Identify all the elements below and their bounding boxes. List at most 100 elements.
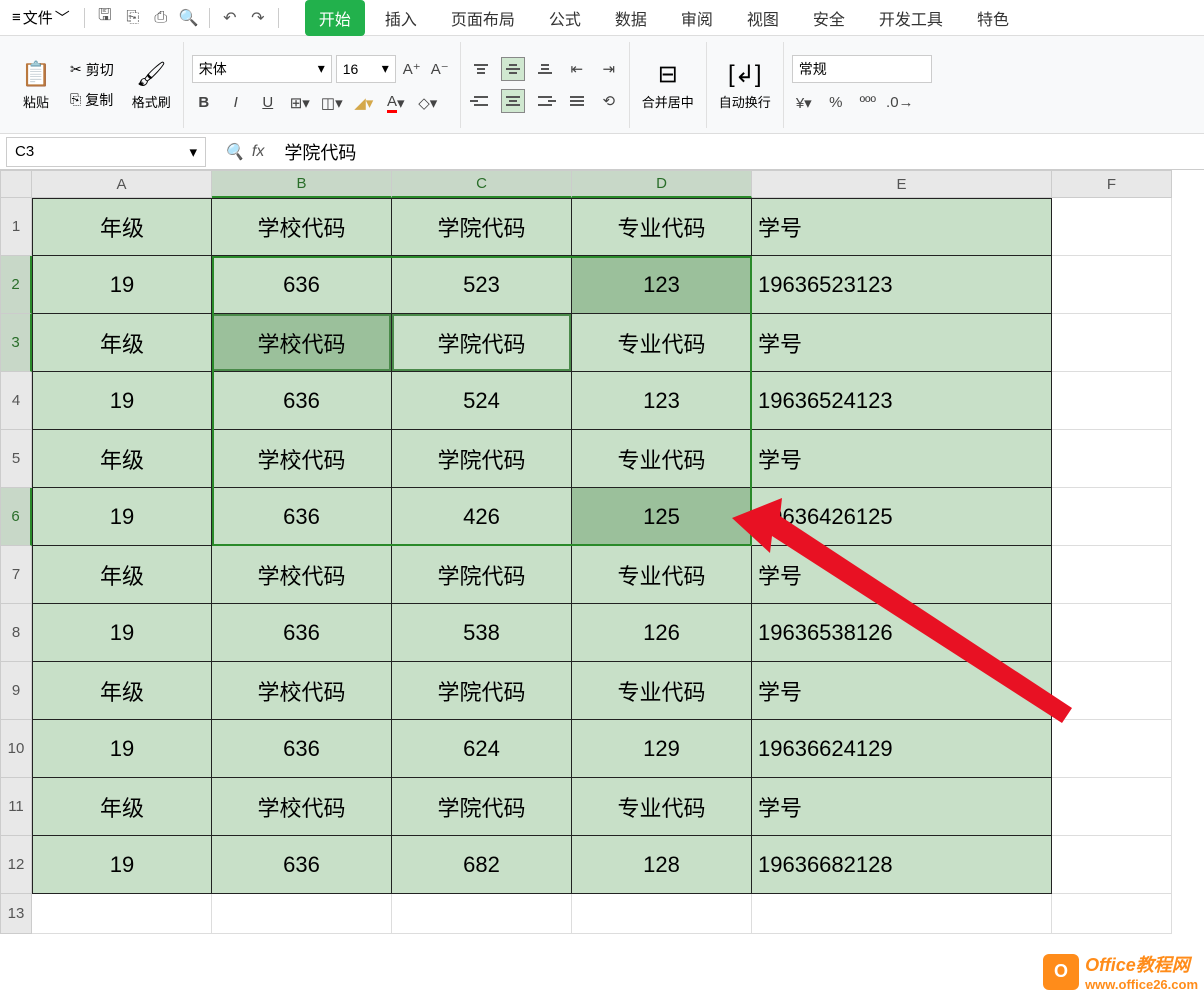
merge-center-button[interactable]: ⊟ 合并居中 [638, 54, 698, 115]
cell-F12[interactable] [1052, 836, 1172, 894]
font-size-select[interactable]: 16 ▾ [336, 55, 396, 83]
cell-A12[interactable]: 19 [32, 836, 212, 894]
column-header-F[interactable]: F [1052, 170, 1172, 198]
cell-B7[interactable]: 学校代码 [212, 546, 392, 604]
cell-C3[interactable]: 学院代码 [392, 314, 572, 372]
align-left-button[interactable] [469, 89, 493, 113]
cell-B13[interactable] [212, 894, 392, 934]
cell-C6[interactable]: 426 [392, 488, 572, 546]
cell-B5[interactable]: 学校代码 [212, 430, 392, 488]
redo-icon[interactable]: ↷ [247, 7, 269, 29]
save-as-icon[interactable]: ⎘ [122, 7, 144, 29]
row-header[interactable]: 8 [0, 604, 32, 662]
column-header-C[interactable]: C [392, 170, 572, 198]
cell-F2[interactable] [1052, 256, 1172, 314]
decrease-indent-button[interactable]: ⇤ [565, 57, 589, 81]
fill-color-button[interactable]: ◢▾ [352, 91, 376, 115]
tab-formulas[interactable]: 公式 [535, 0, 595, 36]
cell-D8[interactable]: 126 [572, 604, 752, 662]
cell-A7[interactable]: 年级 [32, 546, 212, 604]
cell-C9[interactable]: 学院代码 [392, 662, 572, 720]
name-box[interactable]: C3 ▾ [6, 137, 206, 167]
cell-E2[interactable]: 19636523123 [752, 256, 1052, 314]
cell-C11[interactable]: 学院代码 [392, 778, 572, 836]
select-all-corner[interactable] [0, 170, 32, 198]
cell-F3[interactable] [1052, 314, 1172, 372]
tab-developer[interactable]: 开发工具 [865, 0, 957, 36]
cell-A10[interactable]: 19 [32, 720, 212, 778]
column-header-D[interactable]: D [572, 170, 752, 198]
print-preview-icon[interactable]: 🔍 [178, 7, 200, 29]
underline-button[interactable]: U [256, 91, 280, 115]
cell-D5[interactable]: 专业代码 [572, 430, 752, 488]
cell-D7[interactable]: 专业代码 [572, 546, 752, 604]
orientation-button[interactable]: ⟲ [597, 89, 621, 113]
cell-F11[interactable] [1052, 778, 1172, 836]
cell-C12[interactable]: 682 [392, 836, 572, 894]
cell-E3[interactable]: 学号 [752, 314, 1052, 372]
cell-E8[interactable]: 19636538126 [752, 604, 1052, 662]
column-header-E[interactable]: E [752, 170, 1052, 198]
cell-style-button[interactable]: ◫▾ [320, 91, 344, 115]
cell-E1[interactable]: 学号 [752, 198, 1052, 256]
cell-B1[interactable]: 学校代码 [212, 198, 392, 256]
row-header[interactable]: 3 [0, 314, 32, 372]
tab-review[interactable]: 审阅 [667, 0, 727, 36]
bold-button[interactable]: B [192, 91, 216, 115]
cell-C4[interactable]: 524 [392, 372, 572, 430]
cell-F10[interactable] [1052, 720, 1172, 778]
align-bottom-button[interactable] [533, 57, 557, 81]
column-header-B[interactable]: B [212, 170, 392, 198]
cell-D10[interactable]: 129 [572, 720, 752, 778]
tab-page-layout[interactable]: 页面布局 [437, 0, 529, 36]
cell-B9[interactable]: 学校代码 [212, 662, 392, 720]
cell-E9[interactable]: 学号 [752, 662, 1052, 720]
cell-F7[interactable] [1052, 546, 1172, 604]
decrease-font-icon[interactable]: A⁻ [428, 57, 452, 81]
number-format-select[interactable]: 常规 [792, 55, 932, 83]
increase-indent-button[interactable]: ⇥ [597, 57, 621, 81]
format-painter-button[interactable]: 🖌 格式刷 [128, 54, 175, 115]
formula-input[interactable] [276, 137, 1204, 166]
save-icon[interactable]: 🖫 [94, 7, 116, 29]
cell-F13[interactable] [1052, 894, 1172, 934]
cell-F4[interactable] [1052, 372, 1172, 430]
cell-A13[interactable] [32, 894, 212, 934]
undo-icon[interactable]: ↶ [219, 7, 241, 29]
cell-F8[interactable] [1052, 604, 1172, 662]
italic-button[interactable]: I [224, 91, 248, 115]
border-button[interactable]: ⊞▾ [288, 91, 312, 115]
currency-button[interactable]: ¥▾ [792, 91, 816, 115]
row-header[interactable]: 4 [0, 372, 32, 430]
cell-A1[interactable]: 年级 [32, 198, 212, 256]
tab-view[interactable]: 视图 [733, 0, 793, 36]
cell-D4[interactable]: 123 [572, 372, 752, 430]
cell-E13[interactable] [752, 894, 1052, 934]
cell-C1[interactable]: 学院代码 [392, 198, 572, 256]
row-header[interactable]: 11 [0, 778, 32, 836]
cell-C7[interactable]: 学院代码 [392, 546, 572, 604]
cell-D11[interactable]: 专业代码 [572, 778, 752, 836]
cell-B11[interactable]: 学校代码 [212, 778, 392, 836]
cell-B8[interactable]: 636 [212, 604, 392, 662]
row-header[interactable]: 13 [0, 894, 32, 934]
cell-C10[interactable]: 624 [392, 720, 572, 778]
cut-button[interactable]: ✂ 剪切 [66, 58, 118, 82]
cell-D12[interactable]: 128 [572, 836, 752, 894]
cell-E6[interactable]: 19636426125 [752, 488, 1052, 546]
row-header[interactable]: 1 [0, 198, 32, 256]
cell-B6[interactable]: 636 [212, 488, 392, 546]
print-icon[interactable]: ⎙ [150, 7, 172, 29]
cell-A5[interactable]: 年级 [32, 430, 212, 488]
tab-insert[interactable]: 插入 [371, 0, 431, 36]
cell-C8[interactable]: 538 [392, 604, 572, 662]
tab-start[interactable]: 开始 [305, 0, 365, 36]
cell-D3[interactable]: 专业代码 [572, 314, 752, 372]
cell-D6[interactable]: 125 [572, 488, 752, 546]
cell-F5[interactable] [1052, 430, 1172, 488]
tab-security[interactable]: 安全 [799, 0, 859, 36]
justify-button[interactable] [565, 89, 589, 113]
cell-F6[interactable] [1052, 488, 1172, 546]
cell-A4[interactable]: 19 [32, 372, 212, 430]
row-header[interactable]: 7 [0, 546, 32, 604]
